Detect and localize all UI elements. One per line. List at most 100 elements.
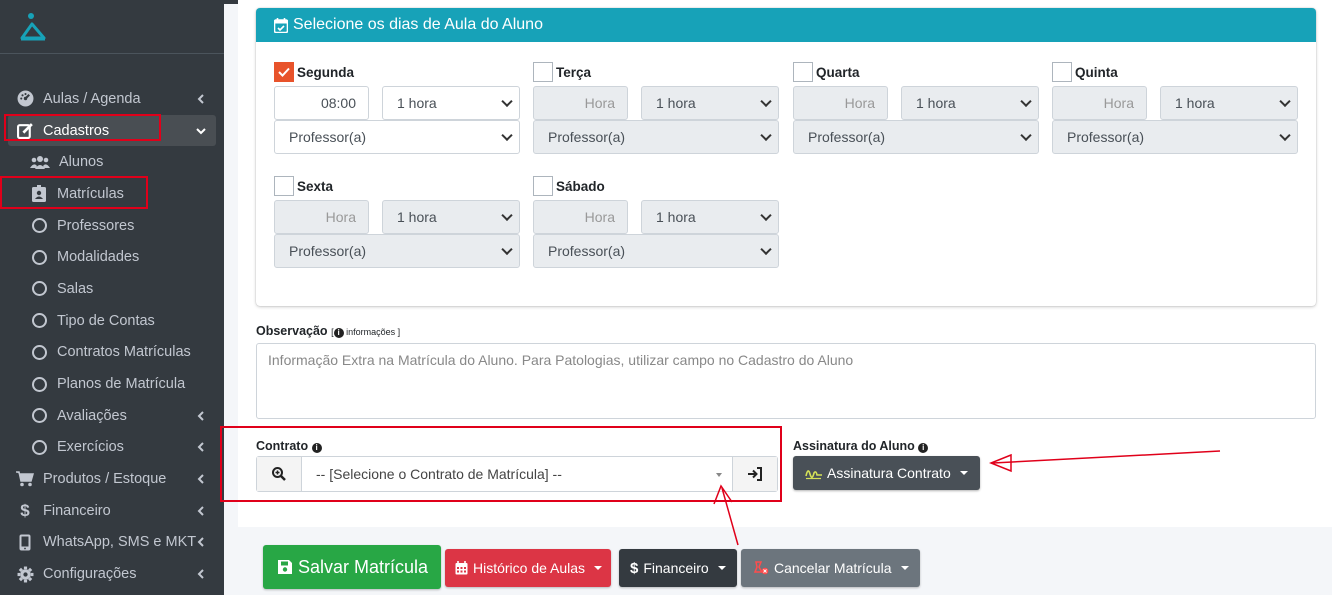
sidebar-item-aulas-agenda[interactable]: Aulas / Agenda: [0, 83, 224, 115]
finance-label: Financeiro: [643, 560, 709, 576]
sidebar-item-label: Exercícios: [57, 439, 124, 456]
time-input-segunda[interactable]: 08:00: [274, 86, 369, 120]
chevron-left-icon: [197, 94, 204, 104]
sidebar-item-produtos-estoque[interactable]: Produtos / Estoque: [0, 463, 224, 495]
chevron-down-icon: [1020, 129, 1032, 142]
duration-select-sabado[interactable]: 1 hora: [641, 200, 779, 234]
day-label: Segunda: [297, 64, 355, 80]
sidebar-item-label: WhatsApp, SMS e MKT: [43, 534, 197, 551]
checkbox-terca[interactable]: [533, 62, 553, 82]
observacao-textarea[interactable]: Informação Extra na Matrícula do Aluno. …: [256, 343, 1316, 419]
checkbox-segunda[interactable]: [274, 62, 294, 82]
observacao-label-text: Observação: [256, 324, 328, 338]
duration-value: 1 hora: [397, 209, 437, 225]
schedule-title: Selecione os dias de Aula do Aluno: [293, 16, 543, 33]
duration-select-quinta[interactable]: 1 hora: [1160, 86, 1298, 120]
teacher-select-sabado[interactable]: Professor(a): [533, 234, 779, 268]
observacao-info-label: informações: [346, 327, 396, 337]
teacher-select-sexta[interactable]: Professor(a): [274, 234, 520, 268]
chevron-down-icon: [501, 243, 513, 256]
history-label: Histórico de Aulas: [473, 560, 586, 576]
calendar-check-icon: [274, 17, 288, 33]
checkbox-sexta[interactable]: [274, 176, 294, 196]
time-input-quinta[interactable]: Hora: [1052, 86, 1147, 120]
time-input-sabado[interactable]: Hora: [533, 200, 628, 234]
calendar-icon: [455, 561, 468, 575]
checkbox-quarta[interactable]: [793, 62, 813, 82]
checkbox-sabado[interactable]: [533, 176, 553, 196]
sidebar-item-modalidades[interactable]: Modalidades: [0, 241, 224, 273]
sidebar-item-financeiro[interactable]: $ Financeiro: [0, 495, 224, 527]
sidebar-item-salas[interactable]: Salas: [0, 273, 224, 305]
duration-value: 1 hora: [1175, 95, 1215, 111]
close-bracket: ]: [397, 327, 401, 337]
sidebar-nav: Aulas / Agenda Cadastros Alunos Matrícul…: [0, 83, 224, 590]
teacher-value: Professor(a): [548, 129, 626, 145]
caret-down-icon: [900, 566, 909, 570]
sidebar-item-avaliacoes[interactable]: Avaliações: [0, 400, 224, 432]
sidebar-item-label: Modalidades: [57, 249, 140, 266]
duration-select-quarta[interactable]: 1 hora: [901, 86, 1039, 120]
observacao-label: Observação [i informações ]: [256, 324, 400, 338]
sidebar-item-tipo-de-contas[interactable]: Tipo de Contas: [0, 305, 224, 337]
cancelar-matricula-button[interactable]: Cancelar Matrícula: [741, 549, 920, 587]
info-icon: i: [918, 443, 929, 453]
teacher-select-terca[interactable]: Professor(a): [533, 120, 779, 154]
circle-icon: [30, 375, 48, 393]
brand-logo[interactable]: [0, 0, 224, 54]
observacao-info-link[interactable]: [i informações ]: [331, 327, 401, 338]
sidebar-item-configuracoes[interactable]: Configurações: [0, 558, 224, 590]
teacher-value: Professor(a): [289, 129, 367, 145]
assinatura-button-label: Assinatura Contrato: [827, 465, 951, 481]
annotation-box-matriculas: [0, 176, 148, 209]
teacher-select-segunda[interactable]: Professor(a): [274, 120, 520, 154]
sidebar-item-label: Configurações: [43, 566, 137, 583]
sidebar-item-label: Aulas / Agenda: [43, 90, 141, 107]
teacher-value: Professor(a): [289, 243, 367, 259]
chevron-down-icon: [760, 243, 772, 256]
sidebar-item-alunos[interactable]: Alunos: [0, 146, 224, 178]
users-icon: [30, 153, 50, 171]
chevron-left-icon: [197, 474, 204, 484]
checkbox-quinta[interactable]: [1052, 62, 1072, 82]
teacher-select-quarta[interactable]: Professor(a): [793, 120, 1039, 154]
annotation-box-contrato: [220, 426, 782, 502]
financeiro-button[interactable]: $ Financeiro: [619, 549, 737, 587]
historico-aulas-button[interactable]: Histórico de Aulas: [445, 549, 611, 587]
day-label: Sexta: [297, 178, 334, 194]
chevron-down-icon: [1279, 129, 1291, 142]
chevron-left-icon: [197, 506, 204, 516]
duration-select-sexta[interactable]: 1 hora: [382, 200, 520, 234]
duration-value: 1 hora: [397, 95, 437, 111]
sidebar-item-label: Financeiro: [43, 502, 111, 519]
time-input-sexta[interactable]: Hora: [274, 200, 369, 234]
gear-icon: [16, 565, 34, 583]
time-input-terca[interactable]: Hora: [533, 86, 628, 120]
sidebar-item-label: Avaliações: [57, 407, 127, 424]
sidebar-item-contratos-matriculas[interactable]: Contratos Matrículas: [0, 337, 224, 369]
chevron-left-icon: [197, 442, 204, 453]
sidebar-item-label: Planos de Matrícula: [57, 376, 186, 393]
teacher-value: Professor(a): [808, 129, 886, 145]
sidebar-item-professores[interactable]: Professores: [0, 210, 224, 242]
chevron-down-icon: [760, 209, 772, 222]
logo-icon: [20, 13, 46, 41]
day-label: Quinta: [1075, 64, 1118, 80]
sidebar-item-planos-de-matricula[interactable]: Planos de Matrícula: [0, 368, 224, 400]
day-block-quarta: Quarta Hora 1 hora Professor(a): [793, 62, 1039, 154]
duration-select-terca[interactable]: 1 hora: [641, 86, 779, 120]
assinatura-contrato-button[interactable]: Assinatura Contrato: [793, 456, 980, 490]
teacher-value: Professor(a): [1067, 129, 1145, 145]
sidebar-item-whatsapp-sms-mkt[interactable]: WhatsApp, SMS e MKT: [0, 527, 224, 559]
chevron-down-icon: [501, 129, 513, 142]
sidebar-item-exercicios[interactable]: Exercícios: [0, 432, 224, 464]
sidebar-item-label: Professores: [57, 217, 135, 234]
chevron-down-icon: [196, 127, 206, 134]
sidebar-item-label: Contratos Matrículas: [57, 344, 191, 361]
save-matricula-button[interactable]: Salvar Matrícula: [263, 545, 441, 589]
main-content: Selecione os dias de Aula do Aluno Segun…: [220, 0, 1332, 527]
sidebar-item-label: Produtos / Estoque: [43, 471, 167, 488]
teacher-select-quinta[interactable]: Professor(a): [1052, 120, 1298, 154]
duration-select-segunda[interactable]: 1 hora: [382, 86, 520, 120]
time-input-quarta[interactable]: Hora: [793, 86, 888, 120]
